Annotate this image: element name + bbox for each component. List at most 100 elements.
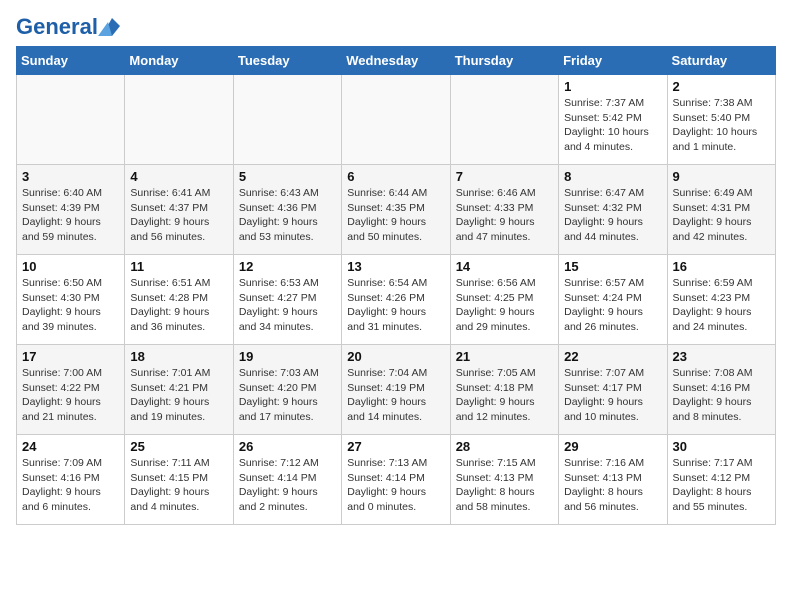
day-info: Sunrise: 6:59 AM Sunset: 4:23 PM Dayligh… (673, 276, 770, 335)
day-info: Sunrise: 7:05 AM Sunset: 4:18 PM Dayligh… (456, 366, 553, 425)
day-number: 24 (22, 439, 119, 454)
day-info: Sunrise: 6:50 AM Sunset: 4:30 PM Dayligh… (22, 276, 119, 335)
day-info: Sunrise: 7:17 AM Sunset: 4:12 PM Dayligh… (673, 456, 770, 515)
calendar-cell: 20 Sunrise: 7:04 AM Sunset: 4:19 PM Dayli… (342, 345, 450, 435)
calendar: SundayMondayTuesdayWednesdayThursdayFrid… (16, 46, 776, 525)
calendar-cell: 22Sunrise: 7:07 AM Sunset: 4:17 PM Dayli… (559, 345, 667, 435)
day-number: 29 (564, 439, 661, 454)
day-number: 5 (239, 169, 336, 184)
day-header-tuesday: Tuesday (233, 47, 341, 75)
day-number: 11 (130, 259, 227, 274)
day-info: Sunrise: 7:13 AM Sunset: 4:14 PM Dayligh… (347, 456, 444, 515)
day-number: 6 (347, 169, 444, 184)
calendar-cell: 27 Sunrise: 7:13 AM Sunset: 4:14 PM Dayli… (342, 435, 450, 525)
day-number: 28 (456, 439, 553, 454)
day-info: Sunrise: 7:15 AM Sunset: 4:13 PM Dayligh… (456, 456, 553, 515)
day-number: 10 (22, 259, 119, 274)
day-number: 21 (456, 349, 553, 364)
day-info: Sunrise: 7:09 AM Sunset: 4:16 PM Dayligh… (22, 456, 119, 515)
day-header-friday: Friday (559, 47, 667, 75)
day-info: Sunrise: 6:51 AM Sunset: 4:28 PM Dayligh… (130, 276, 227, 335)
day-info: Sunrise: 6:56 AM Sunset: 4:25 PM Dayligh… (456, 276, 553, 335)
day-info: Sunrise: 7:04 AM Sunset: 4:19 PM Dayligh… (347, 366, 444, 425)
day-number: 18 (130, 349, 227, 364)
day-number: 22 (564, 349, 661, 364)
day-info: Sunrise: 6:40 AM Sunset: 4:39 PM Dayligh… (22, 186, 119, 245)
header: General (16, 16, 776, 38)
calendar-cell: 8 Sunrise: 6:47 AM Sunset: 4:32 PM Daylig… (559, 165, 667, 255)
calendar-cell: 12 Sunrise: 6:53 AM Sunset: 4:27 PM Dayli… (233, 255, 341, 345)
day-info: Sunrise: 6:54 AM Sunset: 4:26 PM Dayligh… (347, 276, 444, 335)
day-info: Sunrise: 7:00 AM Sunset: 4:22 PM Dayligh… (22, 366, 119, 425)
calendar-cell: 24 Sunrise: 7:09 AM Sunset: 4:16 PM Dayli… (17, 435, 125, 525)
calendar-week-row: 17 Sunrise: 7:00 AM Sunset: 4:22 PM Dayli… (17, 345, 776, 435)
day-info: Sunrise: 7:01 AM Sunset: 4:21 PM Dayligh… (130, 366, 227, 425)
day-info: Sunrise: 6:44 AM Sunset: 4:35 PM Dayligh… (347, 186, 444, 245)
day-info: Sunrise: 7:38 AM Sunset: 5:40 PM Dayligh… (673, 96, 770, 155)
day-number: 9 (673, 169, 770, 184)
day-number: 30 (673, 439, 770, 454)
calendar-cell (17, 75, 125, 165)
calendar-cell: 14 Sunrise: 6:56 AM Sunset: 4:25 PM Dayli… (450, 255, 558, 345)
day-number: 7 (456, 169, 553, 184)
calendar-cell: 1 Sunrise: 7:37 AM Sunset: 5:42 PM Daylig… (559, 75, 667, 165)
calendar-cell: 19Sunrise: 7:03 AM Sunset: 4:20 PM Dayli… (233, 345, 341, 435)
calendar-cell (450, 75, 558, 165)
day-number: 27 (347, 439, 444, 454)
day-number: 16 (673, 259, 770, 274)
day-number: 17 (22, 349, 119, 364)
calendar-cell: 25 Sunrise: 7:11 AM Sunset: 4:15 PM Dayli… (125, 435, 233, 525)
calendar-cell: 30 Sunrise: 7:17 AM Sunset: 4:12 PM Dayli… (667, 435, 775, 525)
day-info: Sunrise: 7:37 AM Sunset: 5:42 PM Dayligh… (564, 96, 661, 155)
day-info: Sunrise: 7:11 AM Sunset: 4:15 PM Dayligh… (130, 456, 227, 515)
day-number: 14 (456, 259, 553, 274)
day-number: 19 (239, 349, 336, 364)
calendar-cell: 11 Sunrise: 6:51 AM Sunset: 4:28 PM Dayli… (125, 255, 233, 345)
day-number: 20 (347, 349, 444, 364)
day-number: 13 (347, 259, 444, 274)
calendar-cell: 23 Sunrise: 7:08 AM Sunset: 4:16 PM Dayli… (667, 345, 775, 435)
day-info: Sunrise: 6:46 AM Sunset: 4:33 PM Dayligh… (456, 186, 553, 245)
day-number: 1 (564, 79, 661, 94)
day-info: Sunrise: 6:41 AM Sunset: 4:37 PM Dayligh… (130, 186, 227, 245)
calendar-cell (233, 75, 341, 165)
calendar-week-row: 10 Sunrise: 6:50 AM Sunset: 4:30 PM Dayli… (17, 255, 776, 345)
day-info: Sunrise: 7:16 AM Sunset: 4:13 PM Dayligh… (564, 456, 661, 515)
logo: General (16, 16, 120, 38)
calendar-cell: 28 Sunrise: 7:15 AM Sunset: 4:13 PM Dayli… (450, 435, 558, 525)
day-number: 12 (239, 259, 336, 274)
day-number: 8 (564, 169, 661, 184)
calendar-cell: 5Sunrise: 6:43 AM Sunset: 4:36 PM Daylig… (233, 165, 341, 255)
calendar-cell: 13 Sunrise: 6:54 AM Sunset: 4:26 PM Dayli… (342, 255, 450, 345)
day-header-sunday: Sunday (17, 47, 125, 75)
day-number: 4 (130, 169, 227, 184)
calendar-cell: 10 Sunrise: 6:50 AM Sunset: 4:30 PM Dayli… (17, 255, 125, 345)
calendar-week-row: 24 Sunrise: 7:09 AM Sunset: 4:16 PM Dayli… (17, 435, 776, 525)
day-info: Sunrise: 6:47 AM Sunset: 4:32 PM Dayligh… (564, 186, 661, 245)
day-info: Sunrise: 7:12 AM Sunset: 4:14 PM Dayligh… (239, 456, 336, 515)
calendar-week-row: 3 Sunrise: 6:40 AM Sunset: 4:39 PM Daylig… (17, 165, 776, 255)
calendar-cell: 21 Sunrise: 7:05 AM Sunset: 4:18 PM Dayli… (450, 345, 558, 435)
day-number: 25 (130, 439, 227, 454)
logo-icon (98, 18, 120, 36)
calendar-header-row: SundayMondayTuesdayWednesdayThursdayFrid… (17, 47, 776, 75)
day-info: Sunrise: 7:08 AM Sunset: 4:16 PM Dayligh… (673, 366, 770, 425)
calendar-cell: 3 Sunrise: 6:40 AM Sunset: 4:39 PM Daylig… (17, 165, 125, 255)
calendar-cell: 18 Sunrise: 7:01 AM Sunset: 4:21 PM Dayli… (125, 345, 233, 435)
calendar-cell: 15Sunrise: 6:57 AM Sunset: 4:24 PM Dayli… (559, 255, 667, 345)
logo-general: General (16, 14, 98, 39)
calendar-cell: 26 Sunrise: 7:12 AM Sunset: 4:14 PM Dayli… (233, 435, 341, 525)
day-info: Sunrise: 6:57 AM Sunset: 4:24 PM Dayligh… (564, 276, 661, 335)
day-number: 2 (673, 79, 770, 94)
calendar-body: 1 Sunrise: 7:37 AM Sunset: 5:42 PM Daylig… (17, 75, 776, 525)
calendar-cell: 9Sunrise: 6:49 AM Sunset: 4:31 PM Daylig… (667, 165, 775, 255)
day-number: 26 (239, 439, 336, 454)
calendar-cell: 7 Sunrise: 6:46 AM Sunset: 4:33 PM Daylig… (450, 165, 558, 255)
calendar-cell (125, 75, 233, 165)
day-number: 3 (22, 169, 119, 184)
calendar-cell: 4 Sunrise: 6:41 AM Sunset: 4:37 PM Daylig… (125, 165, 233, 255)
day-number: 23 (673, 349, 770, 364)
day-info: Sunrise: 6:53 AM Sunset: 4:27 PM Dayligh… (239, 276, 336, 335)
calendar-cell: 16 Sunrise: 6:59 AM Sunset: 4:23 PM Dayli… (667, 255, 775, 345)
day-header-monday: Monday (125, 47, 233, 75)
